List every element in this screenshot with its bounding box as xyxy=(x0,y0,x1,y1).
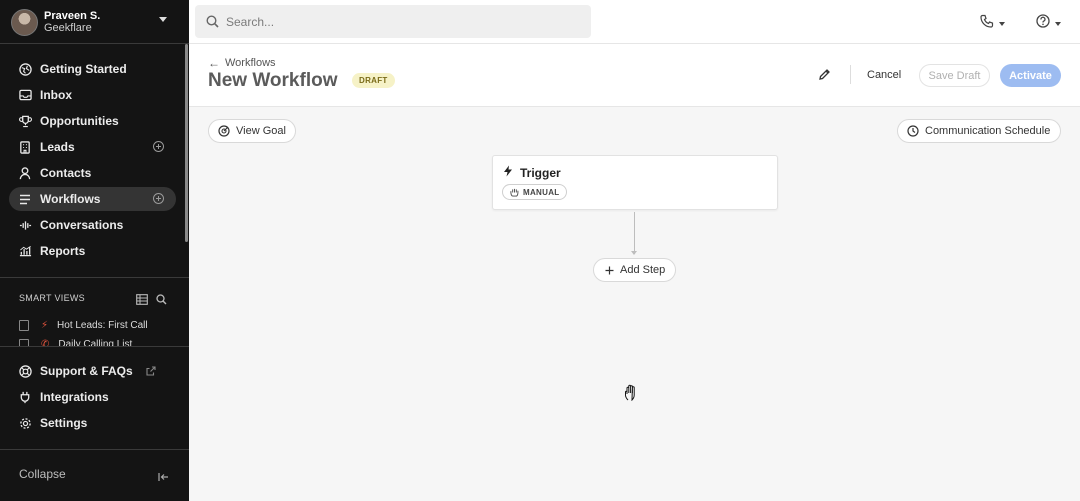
building-icon xyxy=(19,319,29,331)
add-lead-icon[interactable] xyxy=(153,141,164,152)
lifebuoy-icon xyxy=(18,364,32,378)
plus-icon xyxy=(605,266,614,275)
sidebar-item-label: Leads xyxy=(40,140,75,154)
lightning-icon xyxy=(503,165,513,180)
trigger-title: Trigger xyxy=(520,165,561,180)
list-icon xyxy=(18,192,32,206)
avatar xyxy=(11,8,38,36)
save-draft-button[interactable]: Save Draft xyxy=(919,64,990,87)
chevron-down-icon xyxy=(1055,21,1061,26)
clock-icon xyxy=(907,125,919,137)
cancel-button[interactable]: Cancel xyxy=(861,64,907,86)
sidebar-item-label: Opportunities xyxy=(40,114,119,128)
sidebar-item-label: Reports xyxy=(40,244,86,258)
sidebar-item-settings[interactable]: Settings xyxy=(9,411,176,435)
sidebar-item-getting-started[interactable]: Getting Started xyxy=(9,57,176,81)
sidebar-item-label: Conversations xyxy=(40,218,124,232)
sidebar-item-inbox[interactable]: Inbox xyxy=(9,83,176,107)
sidebar-item-label: Integrations xyxy=(40,390,109,404)
lightning-icon: ⚡︎ xyxy=(41,319,49,331)
sidebar-item-label: Getting Started xyxy=(40,62,127,76)
sidebar-item-contacts[interactable]: Contacts xyxy=(9,161,176,185)
sidebar: Praveen S. Geekflare Getting Started Inb… xyxy=(0,0,189,501)
connector-line xyxy=(634,212,635,254)
divider xyxy=(850,65,851,84)
chevron-down-icon xyxy=(999,21,1005,26)
divider xyxy=(0,43,189,44)
search-icon xyxy=(206,15,219,28)
phone-icon xyxy=(980,14,994,33)
view-goal-button[interactable]: View Goal xyxy=(208,119,296,143)
back-arrow-icon: ← xyxy=(208,56,220,70)
collapse-icon[interactable] xyxy=(158,469,169,487)
page-title: New Workflow xyxy=(208,70,338,91)
trigger-card[interactable]: Trigger MANUAL xyxy=(492,155,778,210)
add-workflow-icon[interactable] xyxy=(153,193,164,204)
sidebar-scrollbar[interactable] xyxy=(185,44,188,242)
divider xyxy=(0,449,189,450)
plug-icon xyxy=(18,390,32,404)
user-name: Praveen S. xyxy=(44,10,101,22)
person-icon xyxy=(18,166,32,180)
divider xyxy=(0,346,189,347)
sidebar-item-label: Contacts xyxy=(40,166,92,180)
smart-view-label: Hot Leads: First Call xyxy=(57,319,148,331)
sidebar-item-integrations[interactable]: Integrations xyxy=(9,385,176,409)
sidebar-item-label: Workflows xyxy=(40,192,101,206)
external-link-icon xyxy=(146,365,156,379)
target-icon xyxy=(218,125,230,137)
search-input[interactable] xyxy=(226,14,566,29)
waveform-icon xyxy=(18,218,32,232)
sidebar-item-label: Support & FAQs xyxy=(40,364,133,378)
chart-icon xyxy=(18,244,32,258)
workflow-canvas[interactable]: View Goal Communication Schedule Trigger… xyxy=(189,108,1080,501)
user-org: Geekflare xyxy=(44,22,92,34)
collapse-button[interactable]: Collapse xyxy=(19,467,66,481)
chevron-down-icon[interactable] xyxy=(159,17,167,22)
trigger-type-badge: MANUAL xyxy=(502,184,568,200)
sidebar-item-label: Settings xyxy=(40,416,88,430)
user-menu[interactable]: Praveen S. Geekflare xyxy=(11,7,181,37)
help-menu[interactable] xyxy=(1036,14,1061,33)
sidebar-item-support[interactable]: Support & FAQs xyxy=(9,359,176,383)
workflow-header: ← Workflows New Workflow DRAFT Cancel Sa… xyxy=(189,44,1080,107)
search-box[interactable] xyxy=(195,5,591,38)
arrow-down-icon xyxy=(631,251,637,255)
hand-icon xyxy=(510,188,519,197)
gear-icon xyxy=(18,416,32,430)
globe-icon xyxy=(18,62,32,76)
activate-button[interactable]: Activate xyxy=(1000,64,1061,87)
smart-views-heading: SMART VIEWS xyxy=(19,293,85,303)
breadcrumb[interactable]: ← Workflows xyxy=(208,56,276,70)
communication-schedule-button[interactable]: Communication Schedule xyxy=(897,119,1061,143)
sidebar-item-opportunities[interactable]: Opportunities xyxy=(9,109,176,133)
add-step-button[interactable]: Add Step xyxy=(593,258,676,282)
view-goal-label: View Goal xyxy=(236,125,286,137)
smart-view-item[interactable]: ⚡︎ Hot Leads: First Call xyxy=(19,318,148,332)
phone-menu[interactable] xyxy=(980,14,1005,33)
sidebar-item-label: Inbox xyxy=(40,88,72,102)
help-icon xyxy=(1036,14,1050,33)
trophy-icon xyxy=(18,114,32,128)
sidebar-item-leads[interactable]: Leads xyxy=(9,135,176,159)
search-icon[interactable] xyxy=(156,292,167,310)
table-icon[interactable] xyxy=(136,292,148,310)
sidebar-item-workflows[interactable]: Workflows xyxy=(9,187,176,211)
building-icon xyxy=(18,140,32,154)
pencil-icon[interactable] xyxy=(818,68,831,86)
add-step-label: Add Step xyxy=(620,264,666,276)
status-badge: DRAFT xyxy=(352,73,395,88)
sidebar-item-reports[interactable]: Reports xyxy=(9,239,176,263)
divider xyxy=(0,277,189,278)
top-bar xyxy=(189,0,1080,44)
hand-cursor-icon xyxy=(624,384,640,406)
sidebar-item-conversations[interactable]: Conversations xyxy=(9,213,176,237)
inbox-icon xyxy=(18,88,32,102)
communication-schedule-label: Communication Schedule xyxy=(925,125,1051,137)
trigger-type-label: MANUAL xyxy=(523,187,560,197)
breadcrumb-label: Workflows xyxy=(225,57,276,69)
